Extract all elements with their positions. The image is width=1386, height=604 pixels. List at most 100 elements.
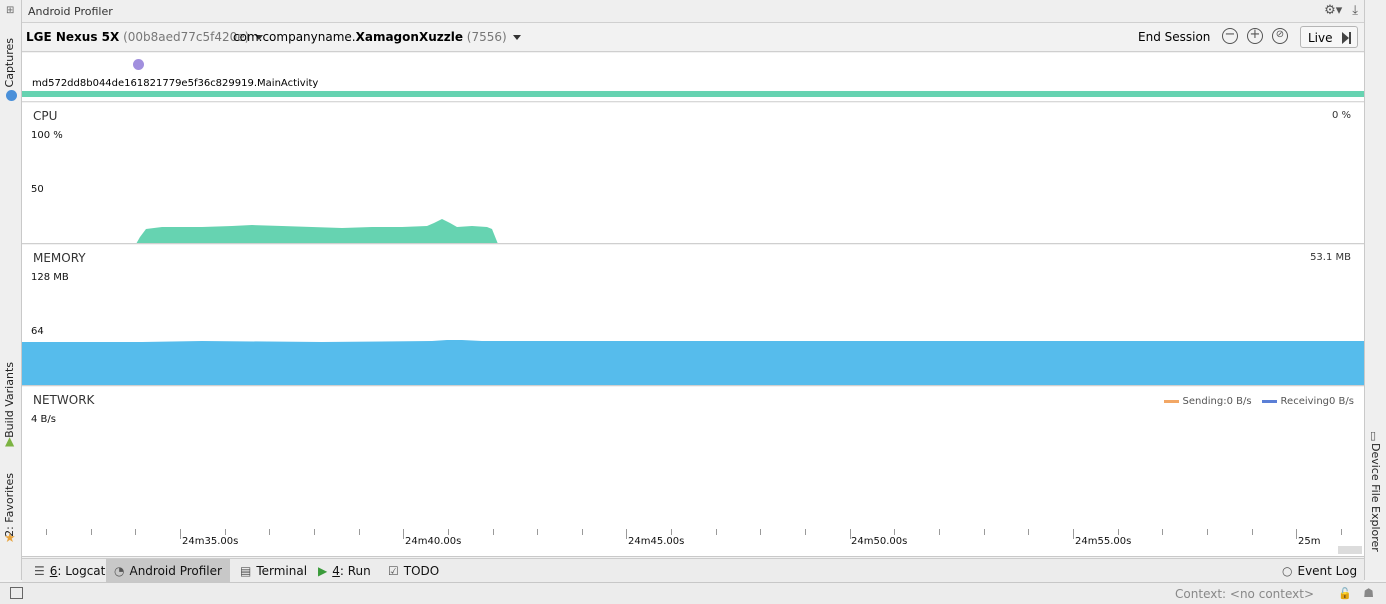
cpu-usage-area [136,219,498,243]
memory-current-value: 53.1 MB [1310,252,1351,263]
activity-bar[interactable] [22,91,1364,97]
timeline-scrollbar[interactable] [1338,546,1362,554]
chevron-down-icon [512,35,521,40]
cpu-axis-mid: 50 [31,184,44,195]
time-tick [224,529,226,535]
reset-zoom-icon[interactable]: ⊘ [1272,28,1288,44]
sending-swatch [1163,399,1179,403]
memory-axis-mid: 64 [31,326,44,337]
toggle-tool-windows-icon[interactable] [10,587,23,599]
todo-label: TODO [403,564,440,578]
legend-sending: Sending:0 B/s [1163,396,1252,407]
run-number: 4 [332,564,340,578]
time-tick [805,529,807,535]
zoom-in-icon[interactable]: + [1247,28,1263,44]
logcat-tab[interactable]: ☰ 6: Logcat [26,559,113,583]
gear-icon[interactable]: ⚙▾ [1324,3,1342,18]
process-prefix: com.companyname. [233,30,356,44]
right-tool-strip: ▯ Device File Explorer [1364,0,1386,580]
memory-chart [22,340,1364,385]
event-log-label: Event Log [1297,564,1358,578]
status-bar: Context: <no context> 🔓 ☗ [0,582,1386,604]
live-button[interactable]: Live [1300,26,1358,48]
time-tick [90,529,92,535]
time-tick [671,529,673,535]
time-tick [1296,529,1298,539]
device-file-explorer-tab[interactable]: Device File Explorer [1369,443,1382,552]
end-session-button[interactable]: End Session [1138,30,1210,44]
memory-monitor[interactable]: MEMORY 53.1 MB 128 MB 64 [22,245,1364,386]
android-icon: ▲ [5,434,15,448]
zoom-out-icon[interactable]: − [1222,28,1238,44]
network-axis-top: 4 B/s [31,414,56,425]
memory-usage-area [22,340,1364,385]
network-monitor[interactable]: NETWORK 4 B/s Sending:0 B/s Receiving0 B… [22,387,1364,529]
receiving-label: Receiving0 B/s [1280,396,1354,407]
network-legend: Sending:0 B/s Receiving0 B/s [1163,396,1354,407]
android-studio-window: Captures ⊞ Build Variants ▲ 2: Favorites… [0,0,1386,604]
build-variants-tab[interactable]: Build Variants [3,362,16,438]
time-label: 24m35.00s [182,536,239,547]
android-profiler-tab[interactable]: ◔ Android Profiler [106,559,230,583]
todo-icon: ☑ [388,564,399,578]
time-tick [403,529,405,539]
cpu-monitor[interactable]: CPU 0 % 100 % 50 [22,103,1364,244]
play-icon [1342,32,1349,44]
left-tool-strip: Captures ⊞ Build Variants ▲ 2: Favorites… [0,0,22,580]
structure-icon[interactable]: ⊞ [6,5,14,16]
lock-icon[interactable]: 🔓 [1338,587,1352,600]
time-tick [626,529,628,539]
process-selector[interactable]: com.companyname.XamagonXuzzle (7556) [233,30,521,44]
touch-event-marker[interactable] [133,59,144,70]
time-label: 24m55.00s [1075,536,1132,547]
run-icon: ▶ [318,564,328,578]
event-timeline[interactable]: md572dd8b044de161821779e5f36c829919.Main… [22,53,1364,102]
cpu-axis-top: 100 % [31,130,63,141]
window-title: Android Profiler [28,5,113,18]
run-tab[interactable]: ▶ 4: Run [310,559,379,583]
event-log-icon: ○ [1282,564,1293,578]
time-label: 24m50.00s [851,536,908,547]
terminal-label: Terminal [256,564,308,578]
time-tick [1206,529,1208,535]
time-tick [715,529,717,535]
memory-label: MEMORY [33,251,86,265]
time-tick [313,529,315,535]
captures-tab[interactable]: Captures [3,38,16,87]
memory-axis-top: 128 MB [31,272,69,283]
time-label: 25m [1298,536,1321,547]
device-selector[interactable]: LGE Nexus 5X (00b8aed77c5f420e) [26,30,264,44]
context-indicator[interactable]: Context: <no context> [1175,587,1314,601]
todo-tab[interactable]: ☑ TODO [380,559,447,583]
time-tick [849,529,851,539]
live-bar-icon [1349,32,1351,44]
time-tick [1117,529,1119,535]
logcat-label: : Logcat [57,564,106,578]
sending-label: Sending:0 B/s [1182,396,1252,407]
run-label: : Run [339,564,371,578]
hide-icon[interactable]: ⤓ [1352,3,1358,18]
tool-window-bar: ☰ 6: Logcat ◔ Android Profiler ▤ Terminal ▶… [22,558,1365,583]
inspector-icon[interactable]: ☗ [1363,586,1374,600]
terminal-tab[interactable]: ▤ Terminal [232,559,315,583]
time-tick [983,529,985,535]
time-tick [537,529,539,535]
session-toolbar: LGE Nexus 5X (00b8aed77c5f420e) com.comp… [22,23,1364,52]
cpu-label: CPU [33,109,58,123]
network-label: NETWORK [33,393,95,407]
time-label: 24m45.00s [628,536,685,547]
event-log-tab[interactable]: ○ Event Log [1274,559,1365,583]
time-axis[interactable]: 24m35.00s 24m40.00s 24m45.00s 24m50.00s … [22,529,1386,557]
profiler-title-bar: Android Profiler ⚙▾ ⤓ [22,0,1364,23]
time-tick [135,529,137,535]
time-tick [492,529,494,535]
process-name: XamagonXuzzle [355,30,463,44]
legend-receiving: Receiving0 B/s [1261,396,1354,407]
process-pid: (7556) [466,30,507,44]
cpu-chart [136,219,498,243]
profiler-icon: ◔ [114,564,125,578]
time-tick [939,529,940,535]
time-tick [1072,529,1074,539]
time-tick [179,529,181,539]
favorites-tab[interactable]: 2: Favorites [3,473,16,537]
